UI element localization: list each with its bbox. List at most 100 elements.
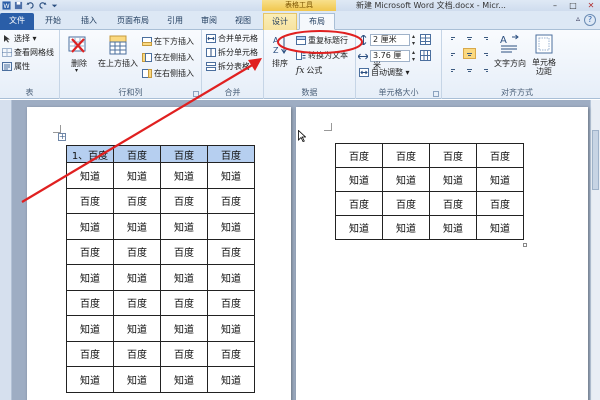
view-gridlines-button[interactable]: 查看网格线 (2, 47, 54, 58)
tab-insert[interactable]: 插入 (74, 13, 104, 30)
table-cell[interactable]: 知道 (113, 366, 161, 393)
table-cell[interactable]: 知道 (113, 264, 161, 291)
align-top-right-icon[interactable] (478, 34, 491, 45)
table-cell[interactable]: 知道 (335, 215, 383, 240)
tab-references[interactable]: 引用 (160, 13, 190, 30)
close-button[interactable]: ✕ (582, 0, 600, 11)
table-cell[interactable]: 百度 (335, 191, 383, 216)
undo-icon[interactable] (26, 1, 35, 10)
distribute-rows-icon[interactable] (420, 34, 431, 45)
table-cell[interactable]: 知道 (66, 213, 114, 240)
table-cell[interactable]: 知道 (207, 162, 255, 189)
table-cell[interactable]: 百度 (113, 145, 161, 163)
table-cell[interactable]: 百度 (207, 238, 255, 265)
row-height-input[interactable]: 2 厘米 (370, 34, 410, 46)
table-cell[interactable]: 百度 (160, 289, 208, 316)
formula-button[interactable]: fx 公式 (296, 65, 322, 76)
repeat-header-rows-button[interactable]: 重复标题行 (296, 35, 348, 46)
table-cell[interactable]: 知道 (382, 215, 430, 240)
table-move-handle-icon[interactable]: + (58, 133, 66, 141)
table-cell[interactable]: 百度 (476, 143, 524, 168)
minimize-ribbon-icon[interactable]: ▵ (576, 14, 580, 23)
align-top-center-icon[interactable] (463, 34, 476, 45)
align-center-left-icon[interactable] (448, 48, 461, 59)
table-cell[interactable]: 百度 (429, 191, 477, 216)
customize-toolbar-icon[interactable] (50, 1, 59, 10)
table-cell[interactable]: 知道 (66, 264, 114, 291)
table-cell[interactable]: 百度 (113, 340, 161, 367)
table-cell[interactable]: 知道 (207, 315, 255, 342)
column-width-stepper-icon[interactable]: ▴ ▾ (412, 49, 415, 63)
help-icon[interactable]: ? (584, 14, 596, 26)
left-table[interactable]: 1、百度 百度 百度 百度 知道 知道 知道 知道 百度 百度 百度 百度 知道 知道 知道 知道 百度 百度 百度… (66, 145, 255, 393)
tab-file[interactable]: 文件 (0, 13, 34, 30)
table-cell[interactable]: 知道 (160, 315, 208, 342)
table-cell[interactable]: 百度 (476, 191, 524, 216)
rows-columns-launcher-icon[interactable] (193, 91, 199, 97)
word-logo-icon[interactable]: W (2, 1, 11, 10)
align-bottom-left-icon[interactable] (448, 62, 461, 73)
table-cell[interactable]: 知道 (113, 213, 161, 240)
merge-cells-button[interactable]: 合并单元格 (206, 33, 258, 44)
tab-layout[interactable]: 布局 (299, 13, 335, 30)
split-table-button[interactable]: 拆分表格 (206, 61, 250, 72)
table-cell[interactable]: 知道 (160, 366, 208, 393)
distribute-columns-icon[interactable] (420, 50, 431, 61)
table-cell[interactable]: 百度 (160, 238, 208, 265)
table-cell[interactable]: 百度 (113, 238, 161, 265)
tab-page-layout[interactable]: 页面布局 (109, 13, 157, 30)
table-cell[interactable]: 百度 (207, 187, 255, 214)
table-cell[interactable]: 知道 (160, 213, 208, 240)
table-cell[interactable]: 知道 (476, 215, 524, 240)
table-cell[interactable]: 知道 (429, 215, 477, 240)
split-cells-button[interactable]: 拆分单元格 (206, 47, 258, 58)
table-cell[interactable]: 知道 (476, 167, 524, 192)
select-button[interactable]: 选择 ▾ (2, 33, 37, 44)
table-cell[interactable]: 百度 (66, 187, 114, 214)
table-cell[interactable]: 百度 (382, 191, 430, 216)
tab-review[interactable]: 审阅 (194, 13, 224, 30)
table-cell[interactable]: 知道 (382, 167, 430, 192)
table-cell[interactable]: 百度 (335, 143, 383, 168)
table-cell[interactable]: 知道 (66, 162, 114, 189)
align-center-right-icon[interactable] (478, 48, 491, 59)
table-cell[interactable]: 百度 (113, 187, 161, 214)
table-cell[interactable]: 百度 (382, 143, 430, 168)
table-cell[interactable]: 知道 (66, 315, 114, 342)
align-top-left-icon[interactable] (448, 34, 461, 45)
table-cell[interactable]: 知道 (335, 167, 383, 192)
column-width-input[interactable]: 3.76 厘米 (370, 50, 410, 70)
table-cell[interactable]: 百度 (160, 145, 208, 163)
table-cell[interactable]: 知道 (113, 162, 161, 189)
table-cell[interactable]: 百度 (207, 145, 255, 163)
tab-home[interactable]: 开始 (38, 13, 68, 30)
scrollbar-thumb[interactable] (592, 130, 599, 190)
align-bottom-center-icon[interactable] (463, 62, 476, 73)
vertical-scrollbar[interactable] (590, 100, 600, 400)
table-cell[interactable]: 知道 (207, 264, 255, 291)
tab-view[interactable]: 视图 (228, 13, 258, 30)
table-cell[interactable]: 百度 (160, 187, 208, 214)
minimize-button[interactable]: – (546, 0, 564, 11)
table-cell[interactable]: 知道 (66, 366, 114, 393)
table-cell[interactable]: 百度 (113, 289, 161, 316)
table-cell[interactable]: 百度 (160, 340, 208, 367)
table-cell[interactable]: 知道 (207, 366, 255, 393)
tab-design[interactable]: 设计 (263, 13, 297, 30)
align-center-icon[interactable] (463, 48, 476, 59)
insert-below-button[interactable]: 在下方插入 (142, 36, 194, 47)
table-cell[interactable]: 百度 (207, 340, 255, 367)
table-cell[interactable]: 百度 (207, 289, 255, 316)
insert-left-button[interactable]: 在左侧插入 (142, 52, 194, 63)
table-cell[interactable]: 百度 (66, 340, 114, 367)
align-bottom-right-icon[interactable] (478, 62, 491, 73)
redo-icon[interactable] (38, 1, 47, 10)
table-cell[interactable]: 知道 (207, 213, 255, 240)
insert-right-button[interactable]: 在右侧插入 (142, 68, 194, 79)
row-height-stepper-icon[interactable]: ▴ ▾ (412, 33, 415, 47)
table-cell[interactable]: 1、百度 (66, 145, 114, 163)
table-cell[interactable]: 知道 (160, 264, 208, 291)
table-cell[interactable]: 百度 (66, 289, 114, 316)
right-table[interactable]: 百度 百度 百度 百度 知道 知道 知道 知道 百度 百度 百度 百度 知道 知道 知道 知道 (335, 143, 524, 240)
table-cell[interactable]: 百度 (429, 143, 477, 168)
